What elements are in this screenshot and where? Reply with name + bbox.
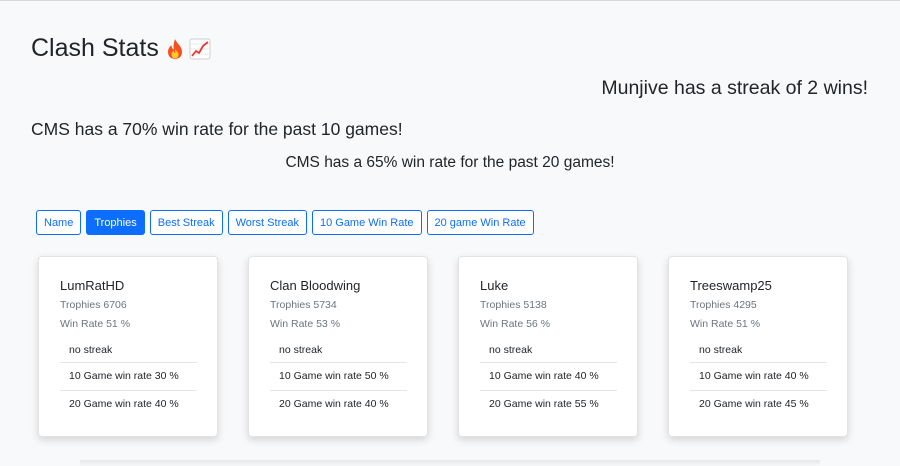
player-card-list: LumRatHD Trophies 6706 Win Rate 51 % no … xyxy=(38,256,848,437)
player-trophies: Trophies 4295 xyxy=(690,299,757,311)
player-20-game-rate: 20 Game win rate 40 % xyxy=(279,397,389,410)
player-card: LumRatHD Trophies 6706 Win Rate 51 % no … xyxy=(38,256,218,437)
player-name: Clan Bloodwing xyxy=(270,278,361,293)
twenty-game-rate-message: CMS has a 65% win rate for the past 20 g… xyxy=(285,154,615,171)
sort-by-20-game-win-rate-button[interactable]: 20 game Win Rate xyxy=(426,210,534,235)
player-streak: no streak xyxy=(690,341,827,363)
player-10-game-rate: 10 Game win rate 50 % xyxy=(270,363,407,391)
player-stats-list: no streak 10 Game win rate 30 % 20 Game … xyxy=(60,341,197,417)
player-trophies: Trophies 6706 xyxy=(60,299,127,311)
player-name: LumRatHD xyxy=(60,278,125,293)
streak-message: Munjive has a streak of 2 wins! xyxy=(601,77,868,99)
player-streak: no streak xyxy=(270,341,407,363)
player-win-rate: Win Rate 53 % xyxy=(270,318,341,330)
sort-by-trophies-button[interactable]: Trophies xyxy=(86,210,145,235)
player-trophies: Trophies 5138 xyxy=(480,299,547,311)
player-20-game-rate: 20 Game win rate 45 % xyxy=(699,397,809,410)
sort-by-name-button[interactable]: Name xyxy=(36,210,82,235)
page-title-text: Clash Stats xyxy=(31,34,159,62)
player-stats-list: no streak 10 Game win rate 50 % 20 Game … xyxy=(270,341,407,417)
player-win-rate: Win Rate 56 % xyxy=(480,318,551,330)
page-title: Clash Stats xyxy=(31,34,211,63)
sort-by-10-game-win-rate-button[interactable]: 10 Game Win Rate xyxy=(311,210,422,235)
player-20-game-rate: 20 Game win rate 40 % xyxy=(69,397,179,410)
sort-by-best-streak-button[interactable]: Best Streak xyxy=(149,210,223,235)
bottom-edge-shadow xyxy=(80,460,820,466)
sort-button-group: Name Trophies Best Streak Worst Streak 1… xyxy=(36,210,534,235)
player-stats-list: no streak 10 Game win rate 40 % 20 Game … xyxy=(480,341,617,417)
sort-by-worst-streak-button[interactable]: Worst Streak xyxy=(227,210,307,235)
player-card: Luke Trophies 5138 Win Rate 56 % no stre… xyxy=(458,256,638,437)
player-trophies: Trophies 5734 xyxy=(270,299,337,311)
player-name: Treeswamp25 xyxy=(690,278,772,293)
ten-game-rate-message: CMS has a 70% win rate for the past 10 g… xyxy=(31,119,403,139)
player-10-game-rate: 10 Game win rate 40 % xyxy=(690,363,827,391)
player-stats-list: no streak 10 Game win rate 40 % 20 Game … xyxy=(690,341,827,417)
player-win-rate: Win Rate 51 % xyxy=(60,318,131,330)
player-20-game-rate: 20 Game win rate 55 % xyxy=(489,397,599,410)
player-win-rate: Win Rate 51 % xyxy=(690,318,761,330)
player-10-game-rate: 10 Game win rate 30 % xyxy=(60,363,197,391)
player-10-game-rate: 10 Game win rate 40 % xyxy=(480,363,617,391)
player-streak: no streak xyxy=(480,341,617,363)
player-card: Clan Bloodwing Trophies 5734 Win Rate 53… xyxy=(248,256,428,437)
player-name: Luke xyxy=(480,278,509,293)
chart-increasing-icon xyxy=(189,38,211,59)
player-card: Treeswamp25 Trophies 4295 Win Rate 51 % … xyxy=(668,256,848,437)
player-streak: no streak xyxy=(60,341,197,363)
fire-icon xyxy=(167,38,182,59)
